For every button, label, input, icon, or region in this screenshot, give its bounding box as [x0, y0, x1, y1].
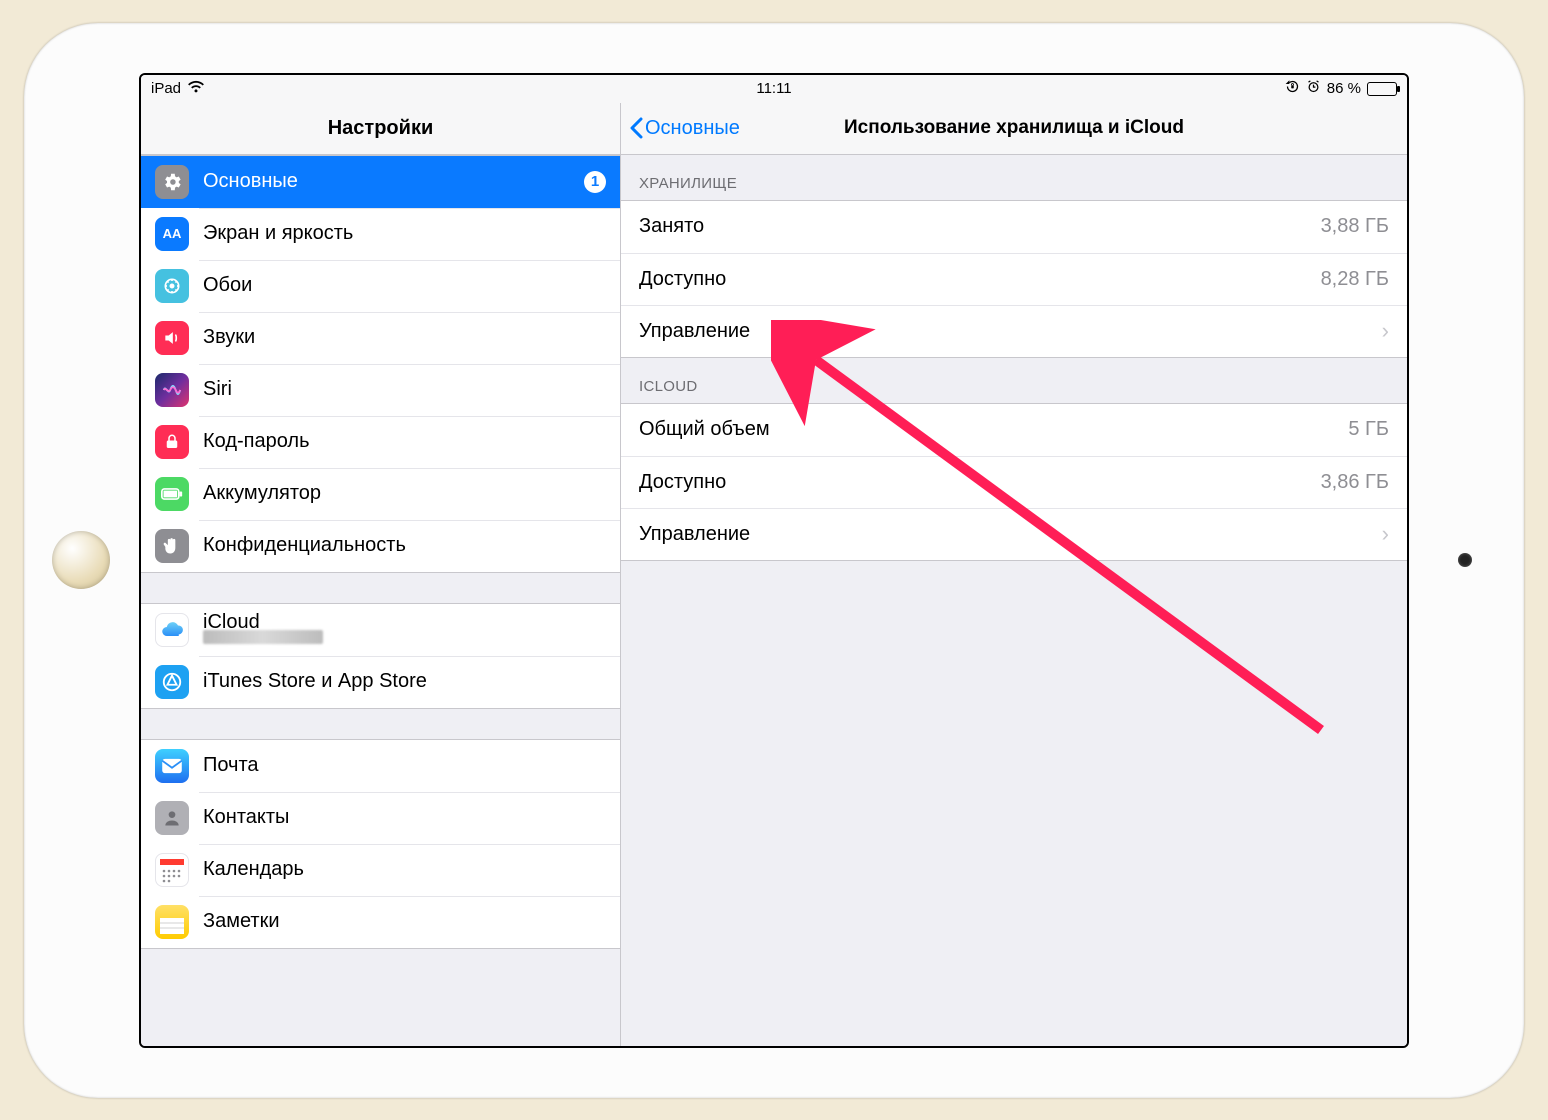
- status-bar: iPad 11:11 86 %: [141, 75, 1407, 103]
- siri-icon: [155, 373, 189, 407]
- wallpaper-icon: [155, 269, 189, 303]
- settings-title: Настройки: [141, 103, 620, 155]
- sidebar-item-battery[interactable]: Аккумулятор: [141, 468, 620, 520]
- row-label: Доступно: [639, 471, 1321, 494]
- row-label: Управление: [639, 320, 1374, 343]
- sidebar-item-label: Siri: [203, 378, 606, 401]
- cloud-icon: [155, 613, 189, 647]
- settings-group-2: Почта Контакты Календарь: [141, 739, 620, 949]
- lock-icon: [155, 425, 189, 459]
- sidebar-item-mail[interactable]: Почта: [141, 740, 620, 792]
- row-value: 8,28 ГБ: [1321, 268, 1389, 291]
- sidebar-item-wallpaper[interactable]: Обои: [141, 260, 620, 312]
- ipad-frame: iPad 11:11 86 % Настройки: [24, 23, 1524, 1098]
- battery-pct: 86 %: [1327, 80, 1361, 97]
- sidebar-item-contacts[interactable]: Контакты: [141, 792, 620, 844]
- sidebar-item-general[interactable]: Основные 1: [141, 156, 620, 208]
- contacts-icon: [155, 801, 189, 835]
- chevron-right-icon: ›: [1382, 318, 1389, 344]
- sidebar-item-passcode[interactable]: Код-пароль: [141, 416, 620, 468]
- back-button[interactable]: Основные: [621, 117, 740, 140]
- wifi-icon: [187, 80, 205, 98]
- settings-group-0: Основные 1 AA Экран и яркость Обои: [141, 155, 620, 573]
- sidebar-item-icloud[interactable]: iCloud: [141, 604, 620, 656]
- front-camera: [1458, 553, 1472, 567]
- appstore-icon: [155, 665, 189, 699]
- sidebar-item-sounds[interactable]: Звуки: [141, 312, 620, 364]
- sidebar-item-label: Календарь: [203, 858, 606, 881]
- settings-group-1: iCloud iTunes Store и App Store: [141, 603, 620, 709]
- sidebar-item-label: iTunes Store и App Store: [203, 670, 606, 693]
- row-label: Общий объем: [639, 418, 1348, 441]
- sidebar-item-label: Экран и яркость: [203, 222, 606, 245]
- sidebar-item-siri[interactable]: Siri: [141, 364, 620, 416]
- row-label: Занято: [639, 215, 1321, 238]
- nav-bar: Основные Использование хранилища и iClou…: [621, 103, 1407, 155]
- status-left: iPad: [151, 80, 205, 98]
- icloud-group: Общий объем 5 ГБ Доступно 3,86 ГБ Управл…: [621, 403, 1407, 561]
- row-label: Управление: [639, 523, 1374, 546]
- icloud-available-row: Доступно 3,86 ГБ: [621, 456, 1407, 508]
- badge: 1: [584, 171, 606, 193]
- sidebar-item-label: Почта: [203, 754, 606, 777]
- settings-scroll[interactable]: Основные 1 AA Экран и яркость Обои: [141, 155, 620, 1046]
- screen: iPad 11:11 86 % Настройки: [139, 73, 1409, 1048]
- icloud-total-row: Общий объем 5 ГБ: [621, 404, 1407, 456]
- sidebar-item-calendar[interactable]: Календарь: [141, 844, 620, 896]
- section-header-storage: ХРАНИЛИЩЕ: [621, 155, 1407, 200]
- back-label: Основные: [645, 117, 740, 140]
- battery-icon: [155, 477, 189, 511]
- device-label: iPad: [151, 80, 181, 97]
- sidebar-item-label: Заметки: [203, 910, 606, 933]
- battery-icon: [1367, 82, 1397, 96]
- row-value: 5 ГБ: [1348, 418, 1389, 441]
- icloud-manage-row[interactable]: Управление ›: [621, 508, 1407, 560]
- icloud-account-blur: [203, 630, 323, 647]
- sidebar-item-label: Звуки: [203, 326, 606, 349]
- row-label: Доступно: [639, 268, 1321, 291]
- section-header-icloud: ICLOUD: [621, 358, 1407, 403]
- display-icon: AA: [155, 217, 189, 251]
- storage-manage-row[interactable]: Управление ›: [621, 305, 1407, 357]
- row-value: 3,88 ГБ: [1321, 215, 1389, 238]
- sidebar-item-display[interactable]: AA Экран и яркость: [141, 208, 620, 260]
- gear-icon: [155, 165, 189, 199]
- home-button[interactable]: [52, 531, 110, 589]
- sidebar-item-label: Контакты: [203, 806, 606, 829]
- detail-pane: Основные Использование хранилища и iClou…: [621, 103, 1407, 1046]
- status-right: 86 %: [1285, 79, 1397, 98]
- sidebar-item-label: Основные: [203, 170, 570, 193]
- hand-icon: [155, 529, 189, 563]
- notes-icon: [155, 905, 189, 939]
- sidebar-item-label: Аккумулятор: [203, 482, 606, 505]
- rotation-lock-icon: [1285, 79, 1300, 98]
- settings-sidebar: Настройки Основные 1 AA Экран и яркос: [141, 103, 621, 1046]
- sidebar-item-label: Обои: [203, 274, 606, 297]
- storage-group: Занято 3,88 ГБ Доступно 8,28 ГБ Управлен…: [621, 200, 1407, 358]
- sidebar-item-notes[interactable]: Заметки: [141, 896, 620, 948]
- storage-available-row: Доступно 8,28 ГБ: [621, 253, 1407, 305]
- mail-icon: [155, 749, 189, 783]
- storage-used-row: Занято 3,88 ГБ: [621, 201, 1407, 253]
- sidebar-item-label: Конфиденциальность: [203, 534, 606, 557]
- sidebar-item-label: Код-пароль: [203, 430, 606, 453]
- status-time: 11:11: [141, 80, 1407, 97]
- sidebar-item-appstore[interactable]: iTunes Store и App Store: [141, 656, 620, 708]
- chevron-left-icon: [629, 117, 643, 139]
- sidebar-item-privacy[interactable]: Конфиденциальность: [141, 520, 620, 572]
- row-value: 3,86 ГБ: [1321, 471, 1389, 494]
- calendar-icon: [155, 853, 189, 887]
- chevron-right-icon: ›: [1382, 521, 1389, 547]
- speaker-icon: [155, 321, 189, 355]
- alarm-icon: [1306, 79, 1321, 98]
